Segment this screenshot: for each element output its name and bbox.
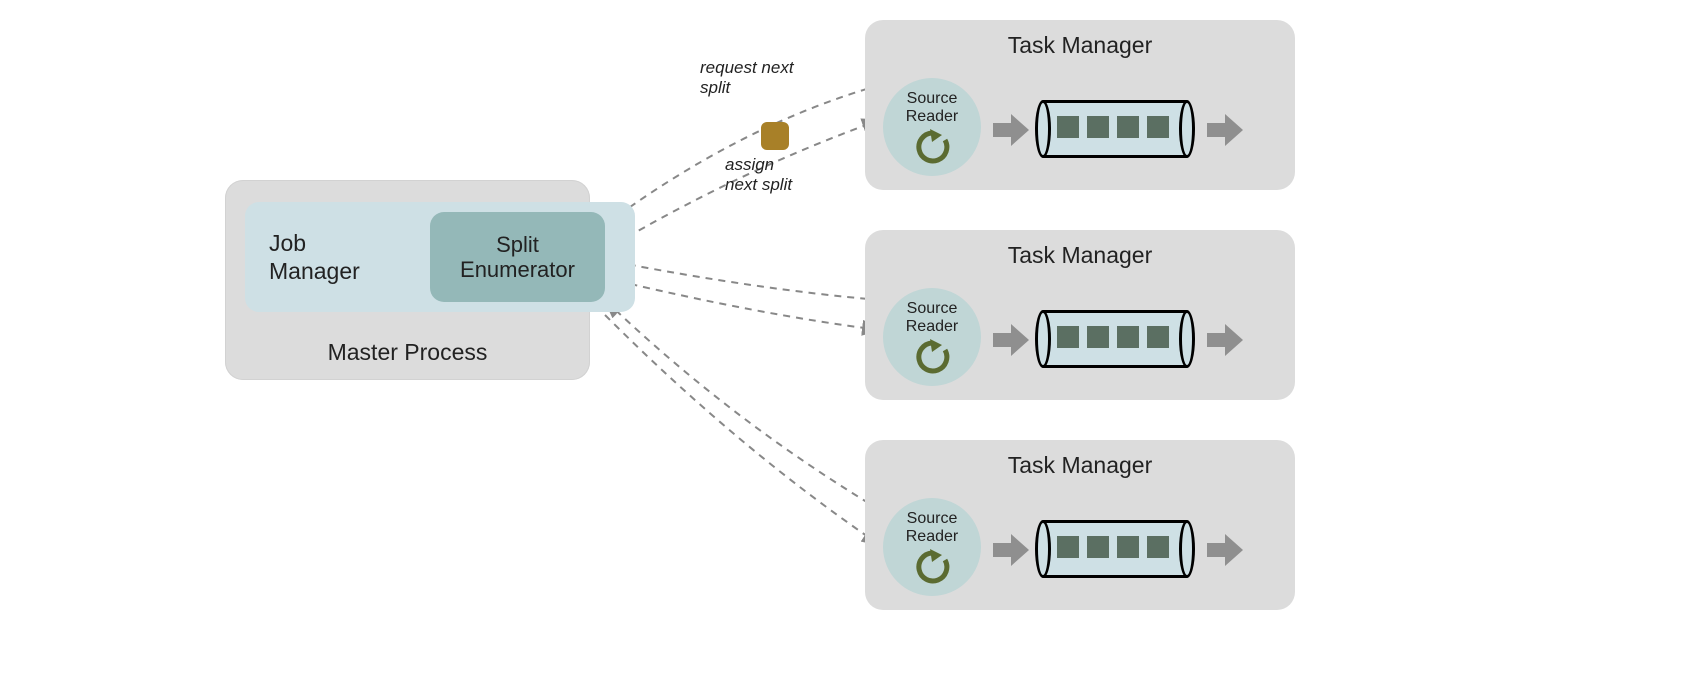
queue-item (1087, 116, 1109, 138)
queue-item (1057, 116, 1079, 138)
master-process-box: Job Manager Split Enumerator Master Proc… (225, 180, 590, 380)
split-enumerator-label: Split Enumerator (460, 232, 575, 283)
queue-item (1087, 326, 1109, 348)
queue-item (1087, 536, 1109, 558)
split-enumerator-box: Split Enumerator (430, 212, 605, 302)
assign-payload-icon (761, 122, 789, 150)
task-manager-title: Task Manager (865, 242, 1295, 269)
source-reader-circle: Source Reader (883, 288, 981, 386)
task-manager-box: Task Manager Source Reader (865, 20, 1295, 190)
queue-item (1147, 116, 1169, 138)
flow-arrow-icon (1207, 322, 1243, 358)
queue-item (1147, 536, 1169, 558)
label-request-next-split: request next split (700, 58, 794, 99)
flow-arrow-icon (993, 532, 1029, 568)
task-manager-box: Task Manager Source Reader (865, 230, 1295, 400)
queue-item (1117, 326, 1139, 348)
flow-arrow-icon (993, 322, 1029, 358)
queue-cylinder (1035, 520, 1195, 578)
queue-item (1117, 116, 1139, 138)
refresh-icon (912, 549, 952, 585)
job-manager-label: Job Manager (269, 230, 360, 285)
queue-cylinder (1035, 100, 1195, 158)
label-assign-next-split: assign next split (725, 155, 792, 196)
task-manager-title: Task Manager (865, 452, 1295, 479)
queue-item (1117, 536, 1139, 558)
source-reader-circle: Source Reader (883, 78, 981, 176)
refresh-icon (912, 129, 952, 165)
queue-item (1057, 326, 1079, 348)
flow-arrow-icon (993, 112, 1029, 148)
flow-arrow-icon (1207, 532, 1243, 568)
task-manager-title: Task Manager (865, 32, 1295, 59)
source-reader-label: Source Reader (906, 300, 958, 335)
source-reader-circle: Source Reader (883, 498, 981, 596)
queue-item (1147, 326, 1169, 348)
queue-cylinder (1035, 310, 1195, 368)
flow-arrow-icon (1207, 112, 1243, 148)
source-reader-label: Source Reader (906, 90, 958, 125)
queue-item (1057, 536, 1079, 558)
task-manager-box: Task Manager Source Reader (865, 440, 1295, 610)
job-manager-box: Job Manager Split Enumerator (245, 202, 635, 312)
master-process-label: Master Process (225, 339, 590, 366)
architecture-diagram: Job Manager Split Enumerator Master Proc… (0, 0, 1706, 700)
refresh-icon (912, 339, 952, 375)
source-reader-label: Source Reader (906, 510, 958, 545)
